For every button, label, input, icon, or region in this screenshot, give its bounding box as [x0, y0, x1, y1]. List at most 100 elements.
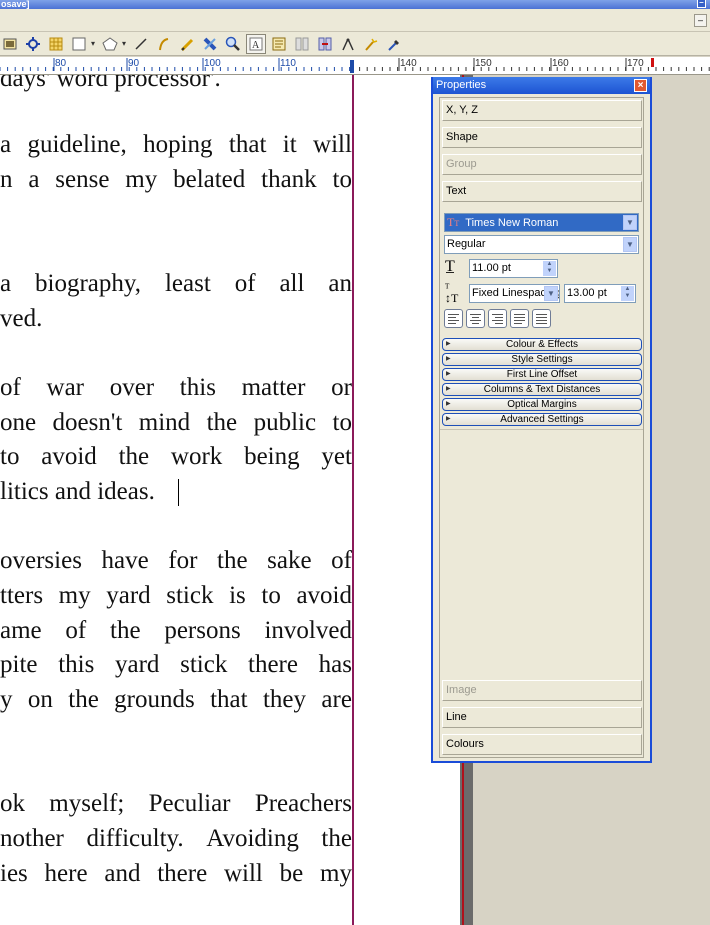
- properties-body: X, Y, Z Shape Group Text TT Times New Ro…: [439, 97, 644, 758]
- font-family-select[interactable]: TT Times New Roman ▼: [444, 213, 639, 232]
- section-colours[interactable]: Colours: [442, 734, 642, 755]
- text-line: a guideline, hoping that it will: [0, 131, 352, 158]
- section-group[interactable]: Group: [442, 154, 642, 175]
- font-size-value: 11.00 pt: [472, 262, 511, 274]
- expand-arrow-icon: ▶: [446, 416, 451, 422]
- text-line: n a sense my belated thank to: [0, 166, 352, 193]
- text-line: of war over this matter or: [0, 374, 352, 401]
- text-subsections: ▶ Colour & Effects ▶ Style Settings ▶ First…: [442, 338, 642, 428]
- menu-strip: –: [0, 9, 710, 32]
- measure-icon[interactable]: [338, 34, 358, 54]
- document-minimize-button[interactable]: –: [694, 14, 707, 27]
- right-margin-guide: [352, 75, 354, 925]
- line-spacing-icon: ᵀ ↕T: [445, 281, 459, 305]
- spin-arrows-icon[interactable]: ▲ ▼: [543, 261, 556, 276]
- unlink-frames-icon[interactable]: [315, 34, 335, 54]
- expand-arrow-icon: ▶: [446, 341, 451, 347]
- expand-arrow-icon: ▶: [446, 356, 451, 362]
- tools-toolbar: ▾ ▾ A: [0, 32, 710, 56]
- section-line[interactable]: Line: [442, 707, 642, 728]
- text-line: pite this yard stick there has: [0, 651, 352, 678]
- align-center-icon[interactable]: [466, 309, 485, 328]
- document-page[interactable]: days' word processor'. a guideline, hoping t…: [0, 75, 460, 925]
- text-cursor: [178, 479, 179, 506]
- text-line: to avoid the work being yet: [0, 443, 352, 470]
- expand-arrow-icon: ▶: [446, 371, 451, 377]
- font-type-icon: TT: [447, 215, 460, 229]
- subsection-style-settings[interactable]: ▶ Style Settings: [442, 353, 642, 366]
- zoom-icon[interactable]: [223, 34, 243, 54]
- line-spacing-input[interactable]: 13.00 pt ▲ ▼: [564, 284, 636, 303]
- expand-arrow-icon: ▶: [446, 386, 451, 392]
- subsection-label: Colour & Effects: [505, 339, 579, 350]
- alignment-group: [444, 309, 564, 329]
- properties-panel: Properties × X, Y, Z Shape Group Text TT…: [431, 77, 652, 763]
- ruler-label: 100: [204, 58, 221, 69]
- section-shape[interactable]: Shape: [442, 127, 642, 148]
- text-line: oversies have for the sake of: [0, 547, 352, 574]
- font-style-select[interactable]: Regular ▼: [444, 235, 639, 254]
- close-icon[interactable]: ×: [634, 79, 647, 92]
- polygon-icon[interactable]: [100, 34, 120, 54]
- freehand-icon[interactable]: [177, 34, 197, 54]
- font-family-value: Times New Roman: [465, 217, 559, 229]
- text-line: a biography, least of all an: [0, 270, 352, 297]
- ruler-label: 90: [128, 58, 140, 69]
- minimize-button[interactable]: –: [697, 0, 706, 8]
- ruler-label: 170: [627, 58, 644, 69]
- edit-contents-icon[interactable]: A: [246, 33, 266, 54]
- font-size-icon: T̲: [445, 258, 455, 275]
- subsection-first-line-offset[interactable]: ▶ First Line Offset: [442, 368, 642, 381]
- render-frame-icon[interactable]: [23, 34, 43, 54]
- table-icon[interactable]: [46, 34, 66, 54]
- subsection-colour-effects[interactable]: ▶ Colour & Effects: [442, 338, 642, 351]
- horizontal-ruler[interactable]: 80 90 100 110 140 150 160 170: [0, 57, 710, 75]
- align-justify-icon[interactable]: [510, 309, 529, 328]
- text-line: y on the grounds that they are: [0, 686, 352, 713]
- shape-dropdown-icon[interactable]: ▾: [89, 34, 97, 54]
- line-spacing-mode-select[interactable]: Fixed Linespacing ▼: [469, 284, 560, 303]
- font-style-value: Regular: [447, 238, 486, 250]
- shape-icon[interactable]: [69, 34, 89, 54]
- text-line: ved.: [0, 305, 43, 332]
- subsection-label: First Line Offset: [506, 369, 578, 380]
- text-line: days' word processor'.: [0, 75, 221, 92]
- ruler-label: 140: [400, 58, 417, 69]
- subsection-columns-distances[interactable]: ▶ Columns & Text Distances: [442, 383, 642, 396]
- window-title: osave]: [1, 0, 30, 9]
- cursor-position-marker-icon: [651, 58, 654, 67]
- section-text[interactable]: Text: [442, 181, 642, 202]
- spin-arrows-icon[interactable]: ▲ ▼: [621, 286, 634, 301]
- subsection-advanced-settings[interactable]: ▶ Advanced Settings: [442, 413, 642, 426]
- link-frames-icon[interactable]: [292, 34, 312, 54]
- subsection-optical-margins[interactable]: ▶ Optical Margins: [442, 398, 642, 411]
- align-right-icon[interactable]: [488, 309, 507, 328]
- section-image[interactable]: Image: [442, 680, 642, 701]
- right-margin-marker-icon: [350, 60, 354, 73]
- align-forced-icon[interactable]: [532, 309, 551, 328]
- text-line: ok myself; Peculiar Preachers: [0, 790, 352, 817]
- line-icon[interactable]: [131, 34, 151, 54]
- eyedropper-icon[interactable]: [384, 34, 404, 54]
- text-line: tters my yard stick is to avoid: [0, 582, 352, 609]
- image-frame-icon[interactable]: [0, 34, 20, 54]
- text-line: litics and ideas.: [0, 478, 155, 505]
- polygon-dropdown-icon[interactable]: ▾: [120, 34, 128, 54]
- bezier-icon[interactable]: [154, 34, 174, 54]
- edit-text-icon[interactable]: [269, 34, 289, 54]
- svg-text:A: A: [252, 40, 260, 51]
- window-title-bar: osave] –: [0, 0, 710, 9]
- properties-title-bar[interactable]: Properties ×: [433, 77, 650, 94]
- subsection-label: Optical Margins: [507, 399, 577, 410]
- section-xyz[interactable]: X, Y, Z: [442, 100, 642, 121]
- subsection-label: Advanced Settings: [500, 414, 584, 425]
- font-size-input[interactable]: 11.00 pt ▲ ▼: [469, 259, 558, 278]
- subsection-label: Style Settings: [511, 354, 573, 365]
- copy-properties-icon[interactable]: [361, 34, 381, 54]
- properties-title: Properties: [436, 79, 487, 91]
- text-line: nother difficulty. Avoiding the: [0, 825, 352, 852]
- align-left-icon[interactable]: [444, 309, 463, 328]
- rotate-icon[interactable]: [200, 34, 220, 54]
- chevron-down-icon: ▼: [544, 286, 558, 301]
- ruler-label: 160: [552, 58, 569, 69]
